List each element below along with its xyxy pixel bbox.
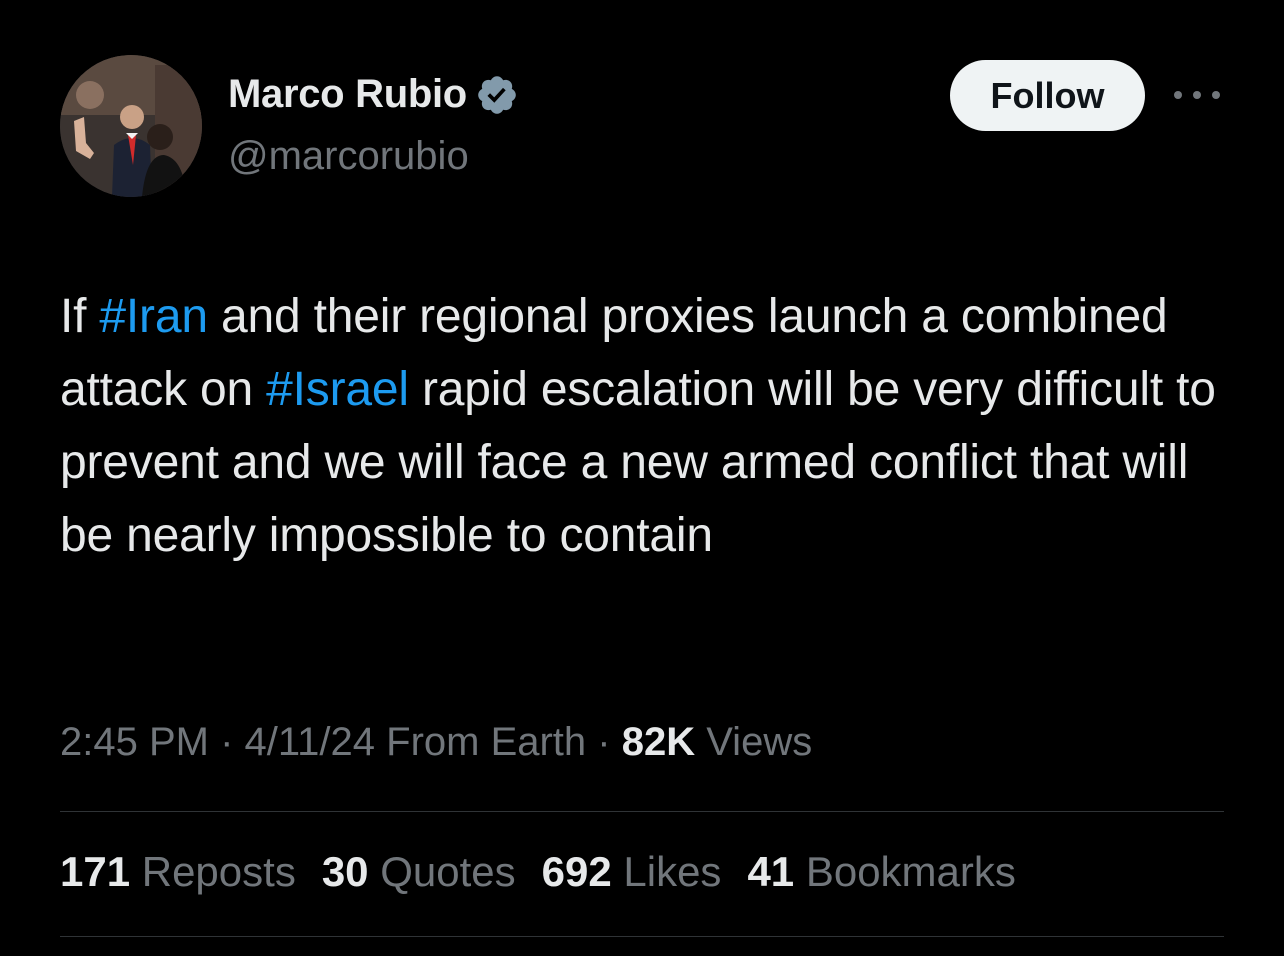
tweet-date[interactable]: 4/11/24 [245,720,376,764]
bookmarks-count: 41 [747,848,795,895]
bookmarks-label: Bookmarks [794,848,1016,895]
bookmarks-stat[interactable]: 41 Bookmarks [747,848,1015,896]
tweet-source: From Earth [375,720,587,764]
meta-separator: · [586,720,622,764]
quotes-count: 30 [321,848,369,895]
hashtag-link-israel[interactable]: #Israel [266,363,409,416]
reposts-stat[interactable]: 171 Reposts [60,848,296,896]
quotes-stat[interactable]: 30 Quotes [322,848,516,896]
likes-label: Likes [611,848,722,895]
meta-separator: · [208,720,245,764]
tweet-text: If #Iran and their regional proxies laun… [60,280,1230,572]
author-handle[interactable]: @marcorubio [228,134,469,179]
reposts-count: 171 [60,848,131,895]
views-count: 82K [621,720,696,764]
avatar-photo [60,55,202,197]
author-display-name[interactable]: Marco Rubio [228,72,467,117]
dot [1212,91,1220,99]
follow-button[interactable]: Follow [950,60,1145,131]
views-label: Views [695,720,813,764]
likes-stat[interactable]: 692 Likes [542,848,722,896]
verified-badge-icon [475,73,519,117]
author-name-row: Marco Rubio [228,72,519,117]
more-horizontal-icon[interactable] [1174,80,1220,110]
dot [1193,91,1201,99]
dot [1174,91,1182,99]
tweet-time[interactable]: 2:45 PM [60,720,209,764]
divider [60,811,1224,812]
divider [60,936,1224,937]
tweet-page: Marco Rubio @marcorubio Follow If #Iran … [0,0,1284,956]
likes-count: 692 [541,848,612,895]
tweet-text-segment: If [60,290,100,343]
hashtag-link-iran[interactable]: #Iran [99,290,208,343]
avatar[interactable] [60,55,202,197]
quotes-label: Quotes [368,848,516,895]
tweet-meta: 2:45 PM · 4/11/24 From Earth · 82K Views [60,720,812,765]
reposts-label: Reposts [130,848,296,895]
engagement-stats: 171 Reposts 30 Quotes 692 Likes 41 Bookm… [60,848,1016,896]
